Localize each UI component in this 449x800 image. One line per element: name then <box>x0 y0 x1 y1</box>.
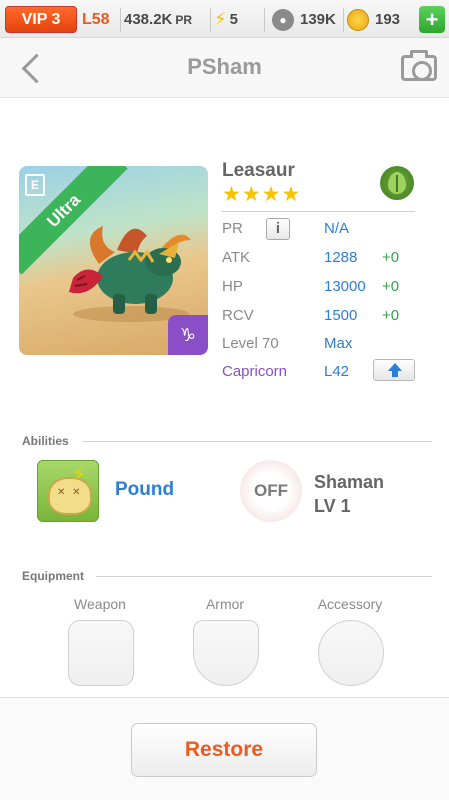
gold-value: 193 <box>375 11 401 28</box>
food-counter[interactable]: ● 139K <box>272 6 342 33</box>
power-unit: PR <box>175 12 193 27</box>
add-currency-button[interactable]: + <box>419 6 445 33</box>
paw-icon: ● <box>272 8 294 31</box>
restore-button[interactable]: Restore <box>131 723 317 777</box>
ability-off-badge[interactable]: OFF <box>240 460 302 522</box>
gold-counter[interactable]: 193 <box>347 6 413 33</box>
stat-label: HP <box>222 278 243 295</box>
book-icon[interactable]: E <box>25 174 45 196</box>
capricorn-icon: ♑ <box>168 315 208 355</box>
weapon-label: Weapon <box>74 596 126 612</box>
stat-row-rcv: RCV 1500 +0 <box>222 307 422 329</box>
food-value: 139K <box>300 11 336 28</box>
divider <box>222 211 415 212</box>
stat-bonus: +0 <box>382 249 400 266</box>
ability-name-secondary: Shaman <box>314 472 385 492</box>
info-button[interactable]: i <box>266 218 290 240</box>
stat-value: Max <box>324 335 353 352</box>
stat-value: 13000 <box>324 278 366 295</box>
divider <box>343 8 344 32</box>
camera-icon[interactable] <box>401 50 437 81</box>
zodiac-level: L42 <box>324 363 350 380</box>
divider <box>120 8 121 32</box>
vip-badge[interactable]: VIP 3 <box>5 6 77 33</box>
stat-value: 1500 <box>324 307 358 324</box>
ability-level: LV 1 <box>314 496 351 516</box>
player-level: L58 <box>82 10 110 28</box>
stat-row-atk: ATK 1288 +0 <box>222 249 422 271</box>
stat-label: PR <box>222 220 243 237</box>
accessory-slot[interactable] <box>318 620 384 686</box>
divider <box>82 441 432 442</box>
weapon-slot[interactable] <box>68 620 134 686</box>
power-value: 438.2K <box>124 11 173 28</box>
pound-ability-icon[interactable] <box>37 460 99 522</box>
stat-label: RCV <box>222 307 254 324</box>
stat-row-level: Level 70 Max <box>222 335 422 357</box>
armor-slot[interactable] <box>193 620 259 686</box>
resource-bar: VIP 3 L58 438.2K PR ⚡ 5 ● 139K 193 + <box>0 0 449 38</box>
upgrade-arrow-button[interactable] <box>373 359 415 381</box>
page-title: PSham <box>187 54 262 79</box>
stat-row-pr: PR N/A <box>222 220 422 242</box>
monster-artwork <box>69 226 191 322</box>
energy-value: 5 <box>229 11 238 28</box>
lightning-icon: ⚡ <box>214 9 227 29</box>
stat-value: 1288 <box>324 249 358 266</box>
divider <box>264 8 265 32</box>
zodiac-label: Capricorn <box>222 363 288 380</box>
stat-row-hp: HP 13000 +0 <box>222 278 422 300</box>
stat-value: N/A <box>324 220 350 237</box>
stat-bonus: +0 <box>382 307 400 324</box>
stat-label: Level 70 <box>222 335 279 352</box>
accessory-label: Accessory <box>317 596 383 612</box>
ability-name-primary[interactable]: Pound <box>115 479 174 501</box>
monster-name: Leasaur <box>222 160 295 181</box>
monster-portrait[interactable]: Ultra E ♑ <box>19 166 208 355</box>
armor-label: Armor <box>205 596 245 612</box>
stat-bonus: +0 <box>382 278 400 295</box>
power-rating: 438.2K PR <box>124 6 210 33</box>
stat-label: ATK <box>222 249 251 266</box>
divider <box>96 576 432 577</box>
ability-secondary: Shaman LV 1 <box>314 470 384 518</box>
equipment-heading: Equipment <box>22 569 84 583</box>
page-header: PSham <box>0 38 449 98</box>
leaf-icon <box>380 166 414 200</box>
star-rating: ★★★★ <box>222 183 302 206</box>
divider <box>210 8 211 32</box>
lightning-icon: ⚡ <box>72 464 87 486</box>
coin-icon <box>347 8 369 31</box>
abilities-heading: Abilities <box>22 434 69 448</box>
energy-counter: ⚡ 5 <box>214 6 258 33</box>
